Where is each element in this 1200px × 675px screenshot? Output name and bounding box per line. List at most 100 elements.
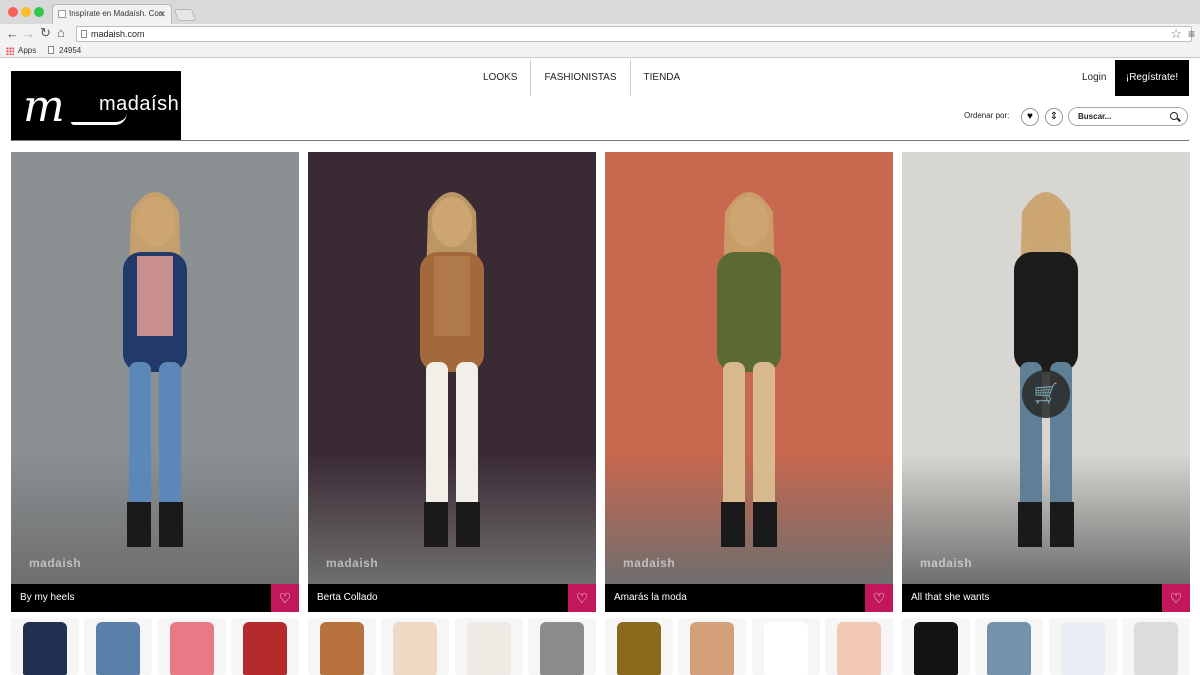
model-figure [717, 192, 781, 547]
heart-icon[interactable]: ♡ [865, 584, 893, 612]
watermark: madaish [920, 556, 973, 570]
product-thumbnail[interactable] [84, 618, 153, 675]
bookmark-apps[interactable]: Apps [18, 44, 36, 57]
product-thumbnail[interactable] [308, 618, 376, 675]
look-title-bar[interactable]: Berta Collado ♡ [308, 584, 596, 612]
close-window-button[interactable] [8, 7, 18, 17]
product-image [169, 622, 214, 675]
product-image [242, 622, 287, 675]
browser-menu-icon[interactable]: ≡ [1188, 24, 1195, 44]
bookmarks-bar: Apps 24954 [0, 44, 1200, 57]
product-image [914, 622, 958, 675]
look-photo[interactable]: madaish [308, 152, 596, 584]
logo-text: madaísh [99, 93, 180, 115]
product-image [96, 622, 141, 675]
register-button[interactable]: ¡Regístrate! [1115, 60, 1189, 96]
login-link[interactable]: Login [1082, 60, 1106, 96]
look-title[interactable]: By my heels [20, 584, 74, 612]
look-photo[interactable]: madaish [11, 152, 299, 584]
shopping-cart-icon[interactable]: 🛒 [1022, 370, 1070, 418]
document-icon [48, 46, 54, 54]
nav-tienda[interactable]: TIENDA [629, 60, 694, 96]
url-text: madaish.com [91, 29, 145, 39]
favicon-icon [58, 10, 66, 18]
heart-icon[interactable]: ♡ [271, 584, 299, 612]
page-icon [81, 30, 87, 38]
heart-icon[interactable]: ♡ [568, 584, 596, 612]
product-thumbnail[interactable] [527, 618, 596, 675]
look-title[interactable]: Berta Collado [317, 584, 378, 612]
browser-tab[interactable]: Inspírate en Madaísh. Con ✕ [52, 4, 172, 24]
look-title-bar[interactable]: All that she wants ♡ [902, 584, 1190, 612]
maximize-window-button[interactable] [34, 7, 44, 17]
product-image [836, 622, 881, 675]
product-image [393, 622, 438, 675]
product-image [23, 622, 67, 675]
tab-title: Inspírate en Madaísh. Con [69, 9, 164, 18]
bookmark-24954[interactable]: 24954 [59, 44, 81, 57]
product-strip [11, 618, 299, 675]
main-nav: LOOKS FASHIONISTAS TIENDA [470, 60, 693, 96]
product-image [617, 622, 661, 675]
product-image [987, 622, 1032, 675]
product-strip [902, 618, 1190, 675]
product-image [539, 622, 584, 675]
look-title-bar[interactable]: Amarás la moda ♡ [605, 584, 893, 612]
bookmark-star-icon[interactable]: ☆ [1170, 24, 1182, 44]
product-thumbnail[interactable] [1048, 618, 1117, 675]
product-thumbnail[interactable] [381, 618, 450, 675]
product-thumbnail[interactable] [975, 618, 1044, 675]
back-arrow-icon[interactable]: ← [6, 26, 19, 42]
tab-strip: Inspírate en Madaísh. Con ✕ [0, 0, 1200, 24]
new-tab-button[interactable] [173, 9, 197, 21]
watermark: madaish [29, 556, 82, 570]
watermark: madaish [623, 556, 676, 570]
look-photo[interactable]: madaish [605, 152, 893, 584]
look-photo[interactable]: madaish 🛒 [902, 152, 1190, 584]
product-strip [605, 618, 893, 675]
product-thumbnail[interactable] [902, 618, 970, 675]
search-icon[interactable] [1170, 112, 1178, 120]
site-logo[interactable]: m madaísh [11, 71, 181, 141]
product-image [1133, 622, 1178, 675]
product-image [690, 622, 735, 675]
product-thumbnail[interactable] [678, 618, 747, 675]
product-image [466, 622, 511, 675]
model-figure [1014, 192, 1078, 547]
minimize-window-button[interactable] [21, 7, 31, 17]
tab-close-icon[interactable]: ✕ [158, 5, 166, 23]
look-title[interactable]: All that she wants [911, 584, 989, 612]
product-thumbnail[interactable] [11, 618, 79, 675]
product-thumbnail[interactable] [751, 618, 820, 675]
nav-looks[interactable]: LOOKS [470, 60, 530, 96]
reload-icon[interactable]: ↻ [40, 25, 51, 41]
heart-icon[interactable]: ♡ [1162, 584, 1190, 612]
product-image [320, 622, 364, 675]
logo-m-icon: m [23, 81, 65, 132]
product-strip [308, 618, 596, 675]
look-title[interactable]: Amarás la moda [614, 584, 687, 612]
search-placeholder: Buscar... [1078, 112, 1112, 121]
watermark: madaish [326, 556, 379, 570]
product-thumbnail[interactable] [157, 618, 226, 675]
header-divider [11, 140, 1189, 141]
product-thumbnail[interactable] [824, 618, 893, 675]
sort-updown-icon[interactable]: ⇕ [1045, 108, 1063, 126]
look-title-bar[interactable]: By my heels ♡ [11, 584, 299, 612]
model-figure [123, 192, 187, 547]
product-thumbnail[interactable] [605, 618, 673, 675]
address-bar[interactable]: madaish.com [76, 26, 1192, 42]
product-image [1060, 622, 1105, 675]
forward-arrow-icon[interactable]: → [22, 26, 35, 42]
sort-label: Ordenar por: [964, 111, 1010, 120]
apps-grid-icon [6, 47, 14, 55]
product-image [763, 622, 808, 675]
browser-chrome: Inspírate en Madaísh. Con ✕ ← → ↻ ⌂ mada… [0, 0, 1200, 58]
product-thumbnail[interactable] [454, 618, 523, 675]
nav-fashionistas[interactable]: FASHIONISTAS [530, 60, 629, 96]
product-thumbnail[interactable] [1121, 618, 1190, 675]
search-input[interactable]: Buscar... [1068, 107, 1188, 126]
home-icon[interactable]: ⌂ [57, 25, 65, 41]
sort-heart-icon[interactable]: ♥ [1021, 108, 1039, 126]
product-thumbnail[interactable] [230, 618, 299, 675]
